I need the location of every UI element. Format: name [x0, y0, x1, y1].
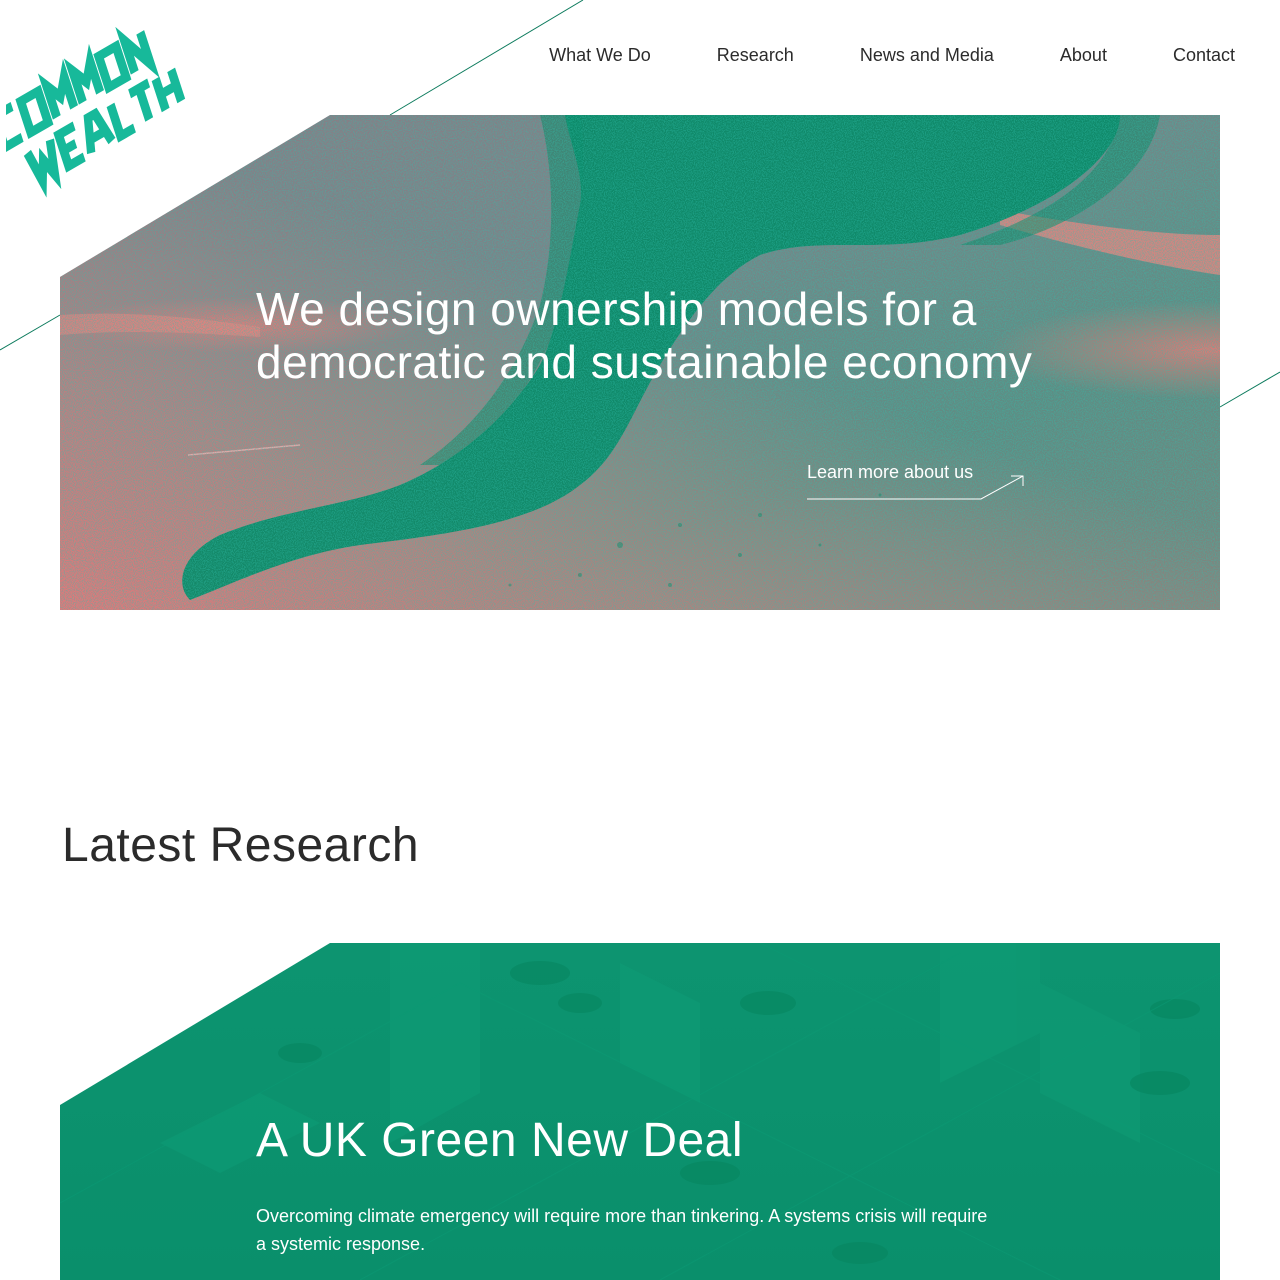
latest-research-heading: Latest Research	[62, 819, 420, 872]
nav-item-news-and-media[interactable]: News and Media	[860, 43, 994, 67]
logo-mark-icon	[0, 26, 186, 198]
nav-item-research[interactable]: Research	[717, 43, 794, 67]
nav-item-about[interactable]: About	[1060, 43, 1107, 67]
nav-item-what-we-do[interactable]: What We Do	[549, 43, 651, 67]
page: What We Do Research News and Media About…	[0, 0, 1280, 1280]
nav-item-contact[interactable]: Contact	[1173, 43, 1235, 67]
common-wealth-logo[interactable]	[0, 6, 216, 201]
diagonal-line-right	[1219, 371, 1280, 408]
hero-banner: We design ownership models for a democra…	[60, 115, 1220, 610]
diagonal-line-left	[0, 314, 61, 351]
research-card-title: A UK Green New Deal	[256, 1114, 744, 1167]
research-card-green-new-deal[interactable]: A UK Green New Deal Overcoming climate e…	[60, 943, 1220, 1280]
main-nav: What We Do Research News and Media About…	[549, 43, 1235, 67]
arrow-underline-icon	[807, 475, 1024, 500]
hero-title: We design ownership models for a democra…	[256, 283, 1033, 388]
research-card-description: Overcoming climate emergency will requir…	[256, 1206, 988, 1254]
